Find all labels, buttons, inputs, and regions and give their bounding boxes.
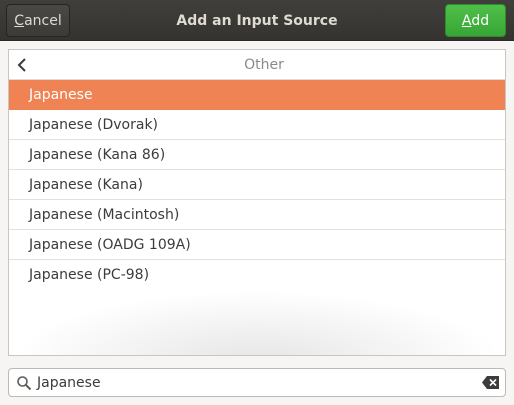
list-empty-area [9,290,505,355]
list-item-label: Japanese [29,86,93,103]
add-mnemonic: A [461,12,472,29]
header-bar: Cancel Add an Input Source Add [0,0,514,41]
list-item-label: Japanese (PC-98) [29,267,150,283]
search-field[interactable]: Japanese [8,368,506,397]
add-label: dd [471,12,490,29]
clear-search-icon[interactable] [481,375,500,390]
back-row[interactable]: Other [9,50,505,80]
list-item-label: Japanese (Macintosh) [29,206,180,223]
list-item-japanese-macintosh[interactable]: Japanese (Macintosh) [9,200,505,230]
cancel-label: ancel [24,12,62,29]
list-item-label: Japanese (Dvorak) [29,116,159,133]
list-item-japanese[interactable]: Japanese [9,80,505,110]
list-item-japanese-kana-86[interactable]: Japanese (Kana 86) [9,140,505,170]
add-button[interactable]: Add [445,4,506,37]
input-source-list: Other Japanese Japanese (Dvorak) Japanes… [8,49,506,356]
chevron-left-icon[interactable] [13,55,31,75]
list-item-japanese-dvorak[interactable]: Japanese (Dvorak) [9,110,505,140]
cancel-button[interactable]: Cancel [6,4,70,37]
list-item-label: Japanese (Kana) [29,176,143,193]
list-item-label: Japanese (Kana 86) [29,146,166,163]
search-input[interactable]: Japanese [37,369,467,396]
list-item-japanese-pc-98[interactable]: Japanese (PC-98) [9,260,505,290]
dialog-title: Add an Input Source [176,12,338,29]
category-label: Other [244,57,284,73]
list-item-japanese-kana[interactable]: Japanese (Kana) [9,170,505,200]
list-item-label: Japanese (OADG 109A) [29,236,191,253]
search-icon [16,375,32,391]
list-item-japanese-oadg-109a[interactable]: Japanese (OADG 109A) [9,230,505,260]
cancel-mnemonic: C [14,12,25,29]
